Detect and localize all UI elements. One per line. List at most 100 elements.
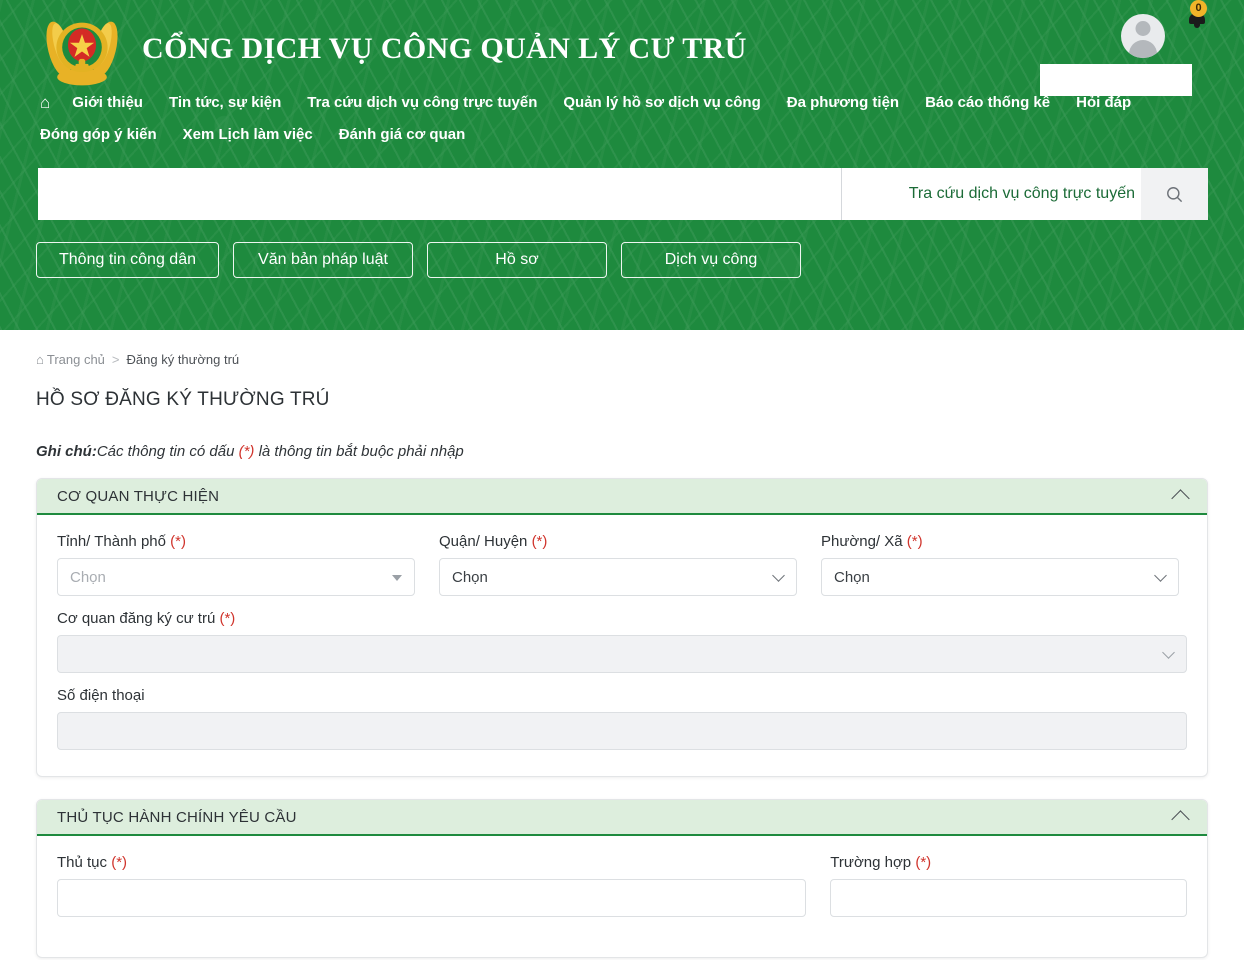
province-select[interactable]: Chọn xyxy=(57,558,415,596)
district-select[interactable]: Chọn xyxy=(439,558,797,596)
vietnam-police-emblem-icon xyxy=(40,11,124,87)
required-marker: (*) xyxy=(532,533,548,550)
section-co-quan-thuc-hien: CƠ QUAN THỰC HIỆN Tỉnh/ Thành phố (*) Ch… xyxy=(36,478,1208,777)
section-body-thu-tuc-hanh-chinh-yeu-cau: Thủ tục (*) Trường hợp (*) xyxy=(37,836,1207,957)
required-fields-note: Ghi chú:Các thông tin có dấu (*) là thôn… xyxy=(36,443,1208,460)
ward-select[interactable]: Chọn xyxy=(821,558,1179,596)
field-ward: Phường/ Xã (*) Chọn xyxy=(821,533,1179,596)
search-button[interactable] xyxy=(1141,168,1208,220)
label-text: Cơ quan đăng ký cư trú xyxy=(57,610,215,627)
required-marker: (*) xyxy=(111,854,127,871)
chevron-down-icon xyxy=(1162,646,1175,659)
form-row-phone: Số điện thoại xyxy=(57,687,1187,750)
search-input[interactable] xyxy=(38,168,841,220)
agency-select[interactable] xyxy=(57,635,1187,673)
field-phone: Số điện thoại xyxy=(57,687,1187,750)
breadcrumb-home-label: Trang chủ xyxy=(47,352,105,367)
field-procedure: Thủ tục (*) xyxy=(57,854,806,917)
case-select[interactable] xyxy=(830,879,1187,917)
nav-item-gioi-thieu[interactable]: Giới thiệu xyxy=(72,92,143,114)
breadcrumb-current: Đăng ký thường trú xyxy=(127,352,240,367)
section-title: CƠ QUAN THỰC HIỆN xyxy=(57,488,219,505)
field-label-agency: Cơ quan đăng ký cư trú (*) xyxy=(57,610,1187,627)
site-header: 0 CỔNG DỊCH VỤ CÔ xyxy=(0,0,1244,330)
note-required-mark: (*) xyxy=(239,443,255,460)
field-agency: Cơ quan đăng ký cư trú (*) xyxy=(57,610,1187,673)
search-scope-select[interactable]: Tra cứu dịch vụ công trực tuyến xyxy=(841,168,1141,220)
quick-tab-van-ban-phap-luat[interactable]: Văn bản pháp luật xyxy=(233,242,413,278)
label-text: Quận/ Huyện xyxy=(439,533,527,550)
home-icon: ⌂ xyxy=(40,93,50,112)
label-text: Tỉnh/ Thành phố xyxy=(57,533,166,550)
note-text-after: là thông tin bắt buộc phải nhập xyxy=(254,443,463,460)
section-body-co-quan-thuc-hien: Tỉnh/ Thành phố (*) Chọn Quận/ Huyện (*)… xyxy=(37,515,1207,776)
field-province: Tỉnh/ Thành phố (*) Chọn xyxy=(57,533,415,596)
brand-title: CỔNG DỊCH VỤ CÔNG QUẢN LÝ CƯ TRÚ xyxy=(142,32,747,66)
ward-select-value: Chọn xyxy=(834,569,870,586)
nav-item-tra-cuu-dvc-truc-tuyen[interactable]: Tra cứu dịch vụ công trực tuyến xyxy=(307,92,537,114)
main-nav: ⌂ Giới thiệu Tin tức, sự kiện Tra cứu dị… xyxy=(0,88,1200,146)
page-content: ⌂Trang chủ > Đăng ký thường trú HỒ SƠ ĐĂ… xyxy=(0,330,1244,958)
field-label-case: Trường hợp (*) xyxy=(830,854,1187,871)
nav-item-danh-gia-co-quan[interactable]: Đánh giá cơ quan xyxy=(339,124,466,146)
nav-item-quan-ly-ho-so-dvc[interactable]: Quản lý hồ sơ dịch vụ công xyxy=(563,92,760,114)
chevron-up-icon[interactable] xyxy=(1171,810,1189,828)
section-title: THỦ TỤC HÀNH CHÍNH YÊU CẦU xyxy=(57,809,297,826)
bell-clapper xyxy=(1194,24,1200,28)
breadcrumb-separator: > xyxy=(112,352,120,367)
quick-tab-thong-tin-cong-dan[interactable]: Thông tin công dân xyxy=(36,242,219,278)
nav-item-bao-cao-thong-ke[interactable]: Báo cáo thống kê xyxy=(925,92,1050,114)
form-row-agency: Cơ quan đăng ký cư trú (*) xyxy=(57,610,1187,673)
account-area[interactable] xyxy=(1094,14,1192,96)
section-thu-tuc-hanh-chinh-yeu-cau: THỦ TỤC HÀNH CHÍNH YÊU CẦU Thủ tục (*) T… xyxy=(36,799,1208,958)
avatar[interactable] xyxy=(1121,14,1165,58)
bell-icon[interactable]: 0 xyxy=(1188,8,1206,28)
label-text: Thủ tục xyxy=(57,854,107,871)
username-box[interactable] xyxy=(1040,64,1192,96)
quick-tabs: Thông tin công dân Văn bản pháp luật Hồ … xyxy=(36,242,1244,278)
form-row-procedure: Thủ tục (*) Trường hợp (*) xyxy=(57,854,1187,917)
search-bar: Tra cứu dịch vụ công trực tuyến xyxy=(38,168,1208,220)
notification-area[interactable]: 0 xyxy=(1188,8,1206,28)
procedure-select[interactable] xyxy=(57,879,806,917)
notification-badge: 0 xyxy=(1190,0,1207,17)
field-case: Trường hợp (*) xyxy=(830,854,1187,917)
search-icon xyxy=(1165,185,1184,204)
page-title: HỒ SƠ ĐĂNG KÝ THƯỜNG TRÚ xyxy=(36,389,1208,411)
quick-tab-ho-so[interactable]: Hồ sơ xyxy=(427,242,607,278)
note-text-before: Các thông tin có dấu xyxy=(97,443,239,460)
label-text: Số điện thoại xyxy=(57,687,145,704)
chevron-down-icon xyxy=(1154,569,1167,582)
province-select-value: Chọn xyxy=(70,569,106,586)
chevron-up-icon[interactable] xyxy=(1171,489,1189,507)
field-label-ward: Phường/ Xã (*) xyxy=(821,533,1179,550)
section-header-thu-tuc-hanh-chinh-yeu-cau[interactable]: THỦ TỤC HÀNH CHÍNH YÊU CẦU xyxy=(37,800,1207,836)
home-icon: ⌂ xyxy=(36,352,44,367)
field-district: Quận/ Huyện (*) Chọn xyxy=(439,533,797,596)
phone-input[interactable] xyxy=(57,712,1187,750)
breadcrumb-home[interactable]: ⌂Trang chủ xyxy=(36,352,105,367)
field-label-phone: Số điện thoại xyxy=(57,687,1187,704)
label-text: Phường/ Xã xyxy=(821,533,903,550)
required-marker: (*) xyxy=(170,533,186,550)
breadcrumb: ⌂Trang chủ > Đăng ký thường trú xyxy=(36,352,1208,367)
required-marker: (*) xyxy=(907,533,923,550)
nav-item-home[interactable]: ⌂ xyxy=(40,92,50,114)
quick-tab-dich-vu-cong[interactable]: Dịch vụ công xyxy=(621,242,801,278)
label-text: Trường hợp xyxy=(830,854,911,871)
nav-item-tin-tuc-su-kien[interactable]: Tin tức, sự kiện xyxy=(169,92,281,114)
form-row-location: Tỉnh/ Thành phố (*) Chọn Quận/ Huyện (*)… xyxy=(57,533,1187,596)
nav-item-dong-gop-y-kien[interactable]: Đóng góp ý kiến xyxy=(40,124,157,146)
note-prefix: Ghi chú: xyxy=(36,443,97,460)
district-select-value: Chọn xyxy=(452,569,488,586)
field-label-procedure: Thủ tục (*) xyxy=(57,854,806,871)
required-marker: (*) xyxy=(915,854,931,871)
nav-item-xem-lich-lam-viec[interactable]: Xem Lịch làm việc xyxy=(183,124,313,146)
nav-item-da-phuong-tien[interactable]: Đa phương tiện xyxy=(787,92,899,114)
field-label-district: Quận/ Huyện (*) xyxy=(439,533,797,550)
section-header-co-quan-thuc-hien[interactable]: CƠ QUAN THỰC HIỆN xyxy=(37,479,1207,515)
chevron-down-icon xyxy=(772,569,785,582)
required-marker: (*) xyxy=(219,610,235,627)
caret-down-icon xyxy=(392,575,402,581)
field-label-province: Tỉnh/ Thành phố (*) xyxy=(57,533,415,550)
